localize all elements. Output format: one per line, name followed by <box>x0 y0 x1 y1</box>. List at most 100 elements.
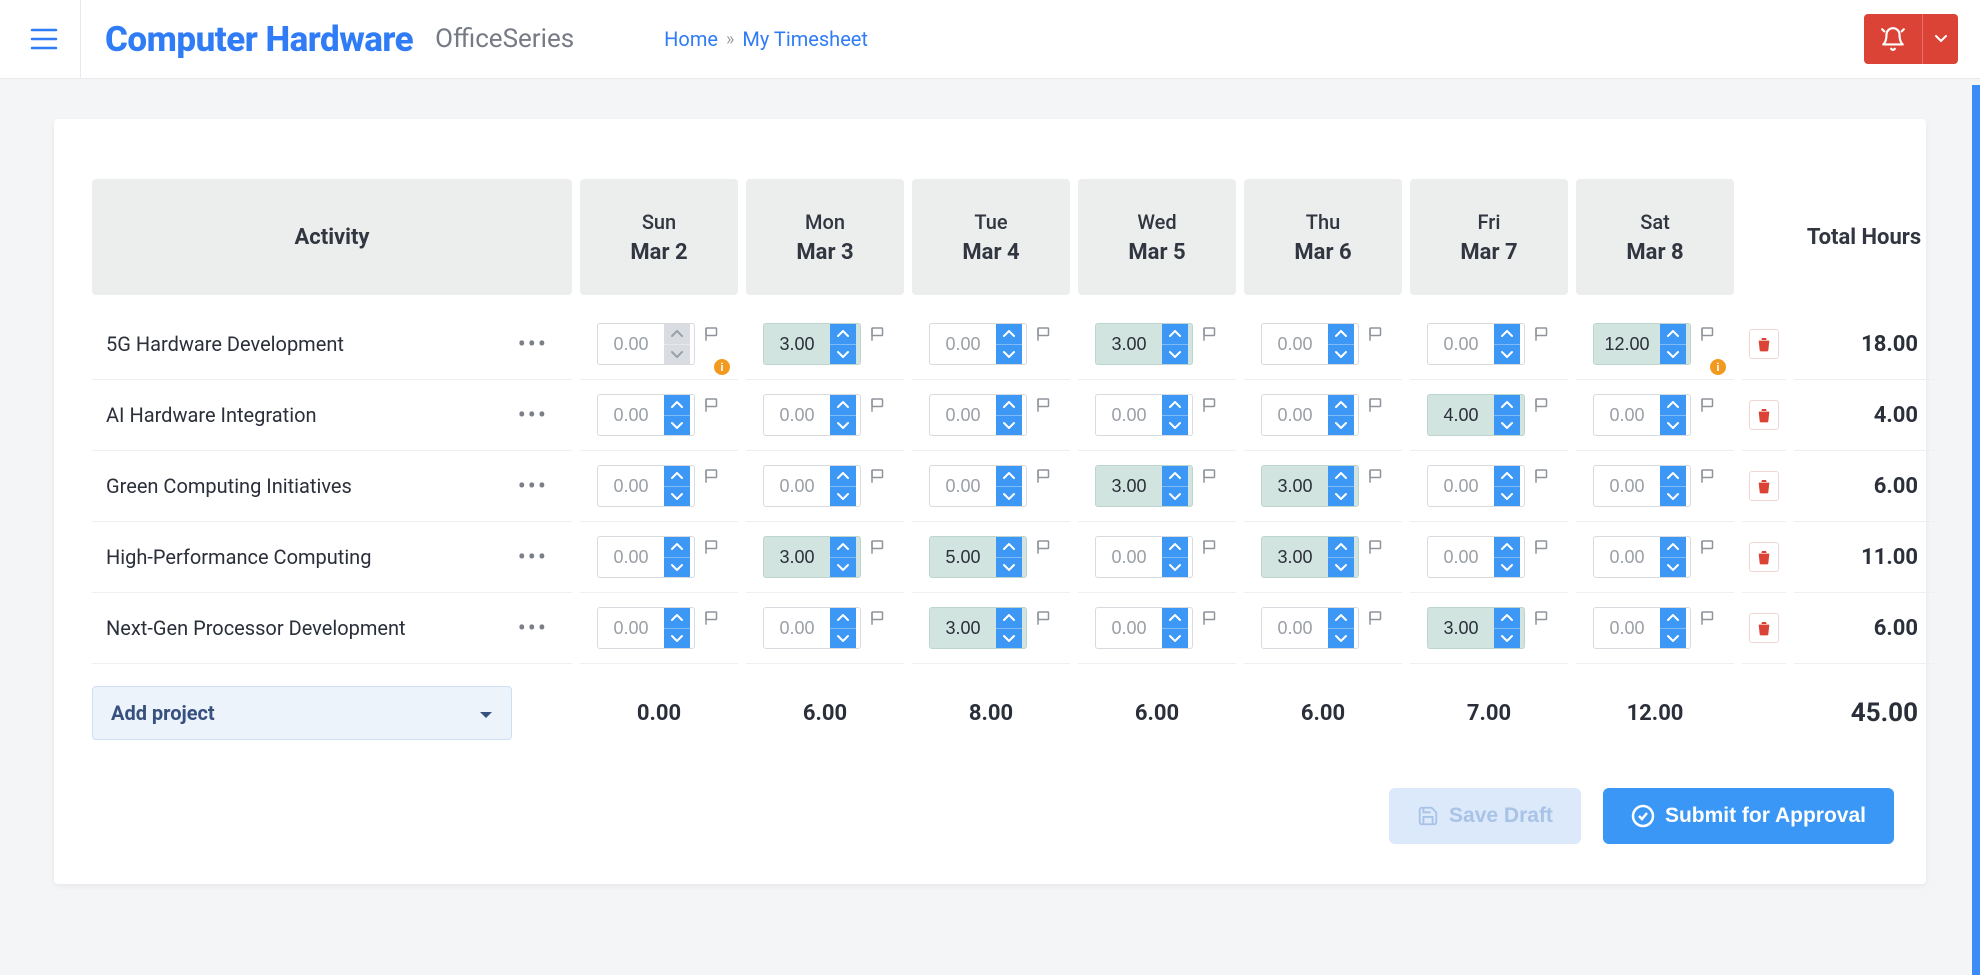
spin-down-button[interactable] <box>1494 416 1520 436</box>
spin-up-button[interactable] <box>1494 537 1520 558</box>
note-flag-icon[interactable] <box>1533 325 1551 343</box>
note-flag-icon[interactable] <box>1035 609 1053 627</box>
spin-up-button[interactable] <box>1328 324 1354 345</box>
hour-input[interactable] <box>598 608 664 648</box>
note-flag-icon[interactable] <box>1533 609 1551 627</box>
spin-up-button[interactable] <box>830 395 856 416</box>
spin-down-button[interactable] <box>1162 416 1188 436</box>
note-flag-icon[interactable] <box>1367 396 1385 414</box>
note-flag-icon[interactable] <box>703 325 721 343</box>
hour-input[interactable] <box>1594 537 1660 577</box>
note-flag-icon[interactable] <box>1035 396 1053 414</box>
spin-down-button[interactable] <box>830 558 856 578</box>
hour-input[interactable] <box>1262 395 1328 435</box>
hour-input[interactable] <box>1096 608 1162 648</box>
hour-input[interactable] <box>1428 537 1494 577</box>
note-flag-icon[interactable] <box>869 538 887 556</box>
hour-input[interactable] <box>1594 608 1660 648</box>
hour-input[interactable] <box>764 608 830 648</box>
note-flag-icon[interactable] <box>869 396 887 414</box>
spin-up-button[interactable] <box>1328 537 1354 558</box>
spin-down-button[interactable] <box>830 629 856 649</box>
note-flag-icon[interactable] <box>1201 396 1219 414</box>
spin-down-button[interactable] <box>1494 558 1520 578</box>
delete-row-button[interactable] <box>1749 542 1779 572</box>
spin-up-button[interactable] <box>996 466 1022 487</box>
spin-up-button[interactable] <box>996 537 1022 558</box>
spin-up-button[interactable] <box>996 395 1022 416</box>
note-flag-icon[interactable] <box>1367 538 1385 556</box>
note-flag-icon[interactable] <box>1035 467 1053 485</box>
note-flag-icon[interactable] <box>703 467 721 485</box>
hour-input[interactable] <box>1428 324 1494 364</box>
hour-input[interactable] <box>598 466 664 506</box>
note-flag-icon[interactable] <box>1035 538 1053 556</box>
hour-input[interactable] <box>1428 608 1494 648</box>
spin-down-button[interactable] <box>1328 416 1354 436</box>
hour-input[interactable] <box>1096 324 1162 364</box>
delete-row-button[interactable] <box>1749 471 1779 501</box>
spin-down-button[interactable] <box>1328 345 1354 365</box>
spin-up-button[interactable] <box>830 466 856 487</box>
spin-down-button[interactable] <box>830 416 856 436</box>
spin-up-button[interactable] <box>1660 324 1686 345</box>
note-flag-icon[interactable] <box>1201 538 1219 556</box>
spin-up-button[interactable] <box>664 608 690 629</box>
spin-down-button[interactable] <box>1494 629 1520 649</box>
spin-up-button[interactable] <box>1328 608 1354 629</box>
hour-input[interactable] <box>1594 466 1660 506</box>
row-menu-icon[interactable]: ••• <box>510 397 556 433</box>
warning-icon[interactable]: i <box>714 359 730 375</box>
breadcrumb-home-link[interactable]: Home <box>664 27 718 51</box>
hour-input[interactable] <box>1594 395 1660 435</box>
spin-down-button[interactable] <box>664 416 690 436</box>
hour-input[interactable] <box>1262 537 1328 577</box>
delete-row-button[interactable] <box>1749 329 1779 359</box>
hour-input[interactable] <box>930 324 996 364</box>
note-flag-icon[interactable] <box>1201 467 1219 485</box>
spin-down-button[interactable] <box>830 345 856 365</box>
note-flag-icon[interactable] <box>1201 609 1219 627</box>
hour-input[interactable] <box>598 324 664 364</box>
hour-input[interactable] <box>1096 466 1162 506</box>
hour-input[interactable] <box>1096 395 1162 435</box>
warning-icon[interactable]: i <box>1710 359 1726 375</box>
spin-up-button[interactable] <box>996 324 1022 345</box>
spin-down-button[interactable] <box>1328 558 1354 578</box>
notifications-button[interactable] <box>1864 14 1922 64</box>
spin-up-button[interactable] <box>830 324 856 345</box>
spin-up-button[interactable] <box>1162 395 1188 416</box>
spin-up-button[interactable] <box>664 324 690 345</box>
row-menu-icon[interactable]: ••• <box>510 468 556 504</box>
hour-input[interactable] <box>598 395 664 435</box>
note-flag-icon[interactable] <box>1699 609 1717 627</box>
spin-up-button[interactable] <box>1494 608 1520 629</box>
hour-input[interactable] <box>1428 466 1494 506</box>
spin-down-button[interactable] <box>664 558 690 578</box>
spin-up-button[interactable] <box>996 608 1022 629</box>
spin-up-button[interactable] <box>1494 395 1520 416</box>
save-draft-button[interactable]: Save Draft <box>1389 788 1581 844</box>
delete-row-button[interactable] <box>1749 400 1779 430</box>
note-flag-icon[interactable] <box>1699 467 1717 485</box>
note-flag-icon[interactable] <box>1533 467 1551 485</box>
hour-input[interactable] <box>930 466 996 506</box>
hamburger-menu-icon[interactable] <box>26 21 62 57</box>
row-menu-icon[interactable]: ••• <box>510 539 556 575</box>
note-flag-icon[interactable] <box>869 609 887 627</box>
spin-up-button[interactable] <box>830 608 856 629</box>
add-project-dropdown[interactable]: Add project <box>92 686 512 740</box>
row-menu-icon[interactable]: ••• <box>510 610 556 646</box>
hour-input[interactable] <box>930 395 996 435</box>
spin-up-button[interactable] <box>1494 324 1520 345</box>
spin-down-button[interactable] <box>1162 629 1188 649</box>
spin-up-button[interactable] <box>1328 395 1354 416</box>
spin-down-button[interactable] <box>664 629 690 649</box>
spin-up-button[interactable] <box>664 395 690 416</box>
breadcrumb-current-link[interactable]: My Timesheet <box>742 27 868 51</box>
note-flag-icon[interactable] <box>1367 325 1385 343</box>
spin-up-button[interactable] <box>1162 608 1188 629</box>
hour-input[interactable] <box>764 324 830 364</box>
spin-up-button[interactable] <box>1494 466 1520 487</box>
note-flag-icon[interactable] <box>1035 325 1053 343</box>
